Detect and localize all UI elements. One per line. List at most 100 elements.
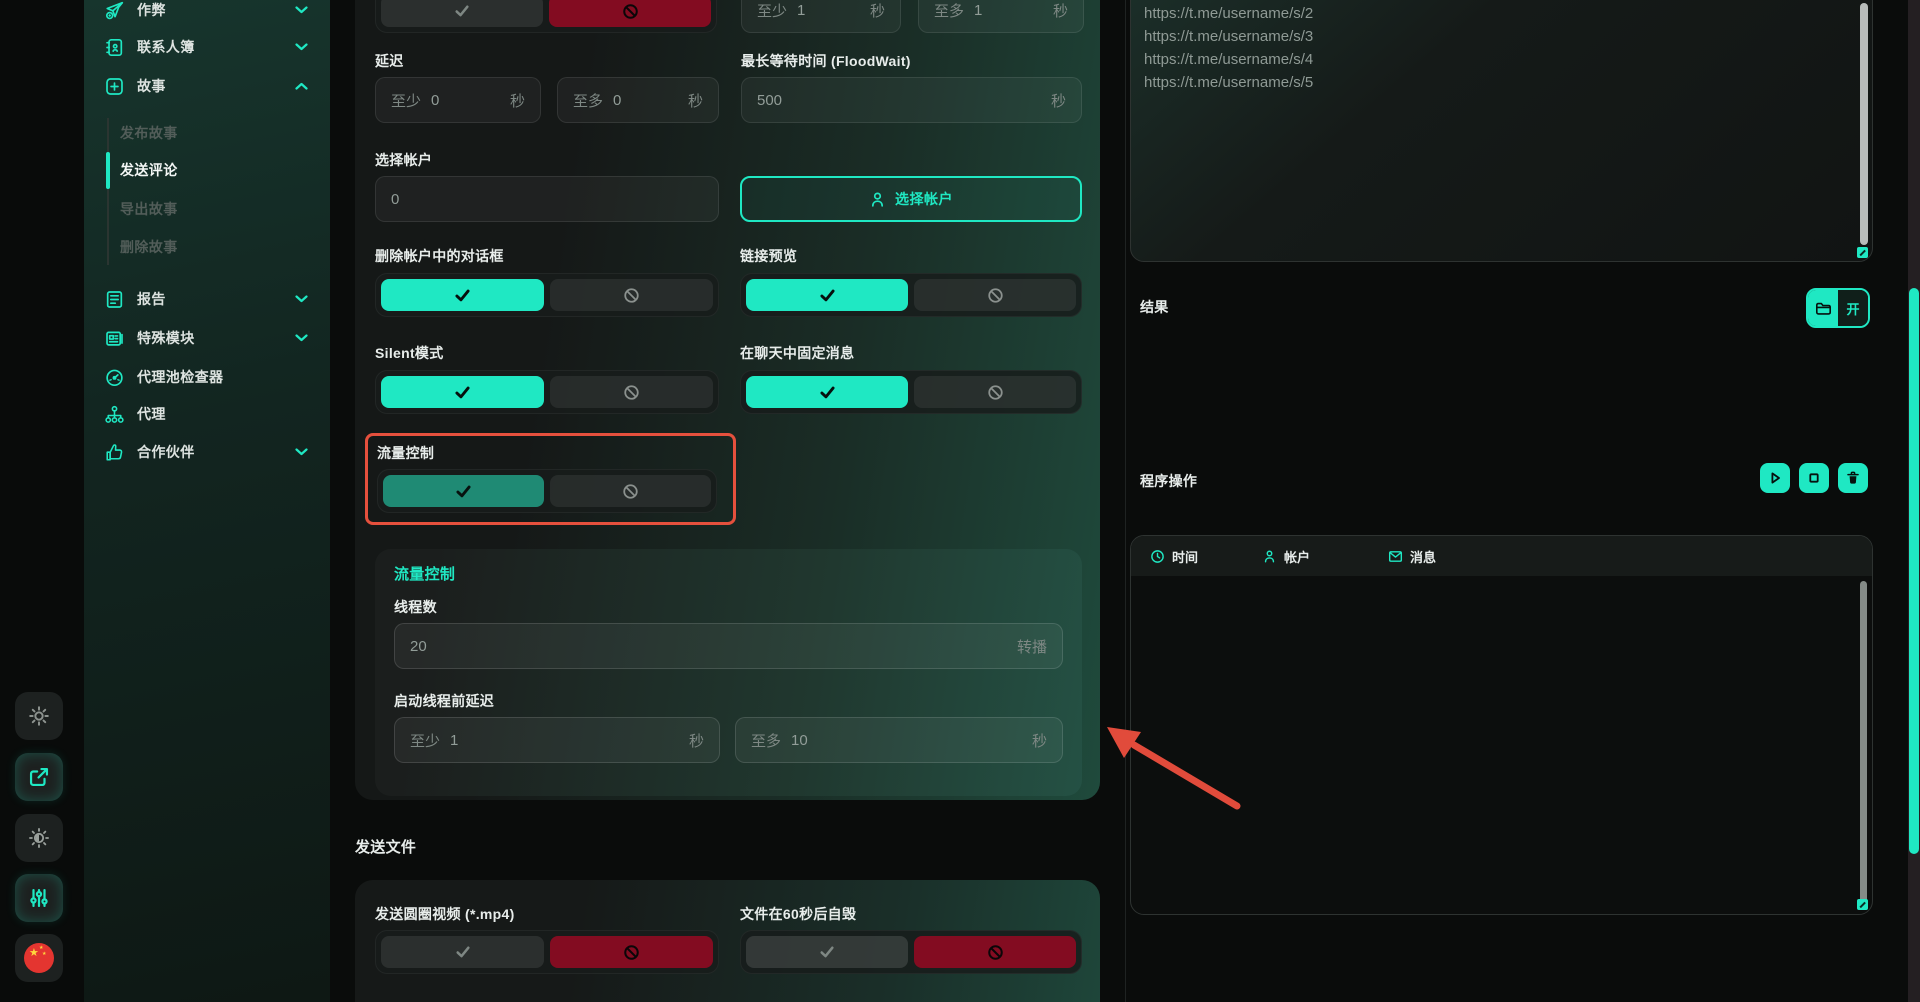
toggle-no-button[interactable] — [914, 936, 1076, 968]
select-account-button[interactable]: 选择帐户 — [740, 176, 1082, 222]
toggle-yes-button[interactable] — [383, 475, 544, 507]
account-count-input[interactable]: 0 — [375, 176, 719, 222]
chevron-down-icon — [295, 43, 308, 51]
unit: 秒 — [1032, 730, 1047, 751]
gear-icon — [28, 705, 50, 727]
app-window: ★★★ 作弊 — [0, 0, 1920, 1002]
sidebar-item-cheat[interactable]: 作弊 — [84, 0, 330, 28]
stop-icon — [1806, 470, 1822, 486]
max-prefix: 至多 — [573, 90, 603, 111]
sidebar-item-proxy-pool-checker[interactable]: 代理池检查器 — [84, 359, 330, 395]
links-resize-handle[interactable] — [1857, 247, 1868, 258]
sidebar-item-story[interactable]: 故事 — [84, 68, 330, 104]
value: 1 — [797, 2, 805, 19]
sidebar-item-label: 故事 — [137, 76, 166, 96]
pin-message-toggle — [740, 370, 1082, 414]
sidebar-subitem-send-comment[interactable]: 发送评论 — [120, 152, 178, 188]
sidebar: 作弊 联系人簿 — [84, 0, 330, 1002]
open-external-button[interactable] — [15, 753, 63, 801]
open-button[interactable]: 开 — [1838, 290, 1868, 326]
sidebar-item-contacts[interactable]: 联系人簿 — [84, 29, 330, 65]
threads-input[interactable]: 20 转播 — [394, 623, 1063, 669]
sidebar-subitem-publish-story[interactable]: 发布故事 — [120, 115, 178, 151]
link-preview-toggle — [740, 273, 1082, 317]
clear-button[interactable] — [1838, 463, 1868, 493]
toggle-yes-button[interactable] — [746, 376, 908, 408]
toggle-yes-button[interactable] — [746, 936, 908, 968]
toggle-no-button[interactable] — [549, 0, 711, 27]
icon-rail: ★★★ — [0, 0, 84, 1002]
table-scrollbar-thumb[interactable] — [1860, 581, 1867, 903]
toggle-no-button[interactable] — [914, 376, 1076, 408]
start-button[interactable] — [1760, 463, 1790, 493]
chevron-down-icon — [295, 295, 308, 303]
result-folder-open-button[interactable]: 开 — [1806, 288, 1870, 328]
column-label: 消息 — [1410, 547, 1436, 566]
table-resize-handle[interactable] — [1857, 899, 1868, 910]
contacts-book-icon — [105, 38, 124, 57]
window-scrollbar-thumb[interactable] — [1909, 288, 1919, 854]
sidebar-item-label: 特殊模块 — [137, 328, 195, 348]
toggle-yes-button[interactable] — [381, 376, 544, 408]
person-icon — [869, 191, 886, 208]
top-min-seconds-input[interactable]: 至少 1 秒 — [741, 0, 901, 33]
thread-delay-max-input[interactable]: 至多 10 秒 — [735, 717, 1063, 763]
top-max-seconds-input[interactable]: 至多 1 秒 — [918, 0, 1084, 33]
table-header-account: 帐户 — [1262, 536, 1310, 576]
column-divider — [1125, 0, 1126, 1002]
toggle-no-button[interactable] — [550, 936, 713, 968]
toggle-no-button[interactable] — [550, 475, 711, 507]
subitem-label: 发布故事 — [120, 123, 178, 143]
sidebar-item-proxy[interactable]: 代理 — [84, 396, 330, 432]
circle-video-label: 发送圆圈视频 (*.mp4) — [375, 904, 515, 924]
delay-max-input[interactable]: 至多 0 秒 — [557, 77, 719, 123]
person-icon — [1262, 549, 1277, 564]
unit: 秒 — [510, 90, 525, 111]
table-header-time: 时间 — [1150, 536, 1198, 576]
stop-button[interactable] — [1799, 463, 1829, 493]
thread-delay-min-input[interactable]: 至少 1 秒 — [394, 717, 720, 763]
self-destruct-toggle — [740, 930, 1082, 974]
sidebar-subitem-export-story[interactable]: 导出故事 — [120, 191, 178, 227]
value: 20 — [410, 638, 427, 655]
plus-square-icon — [105, 77, 124, 96]
toggle-yes-button[interactable] — [381, 0, 543, 27]
envelope-icon — [1388, 549, 1403, 564]
value: 500 — [757, 92, 782, 109]
toggle-yes-button[interactable] — [381, 936, 544, 968]
sidebar-item-label: 联系人簿 — [137, 37, 195, 57]
folder-icon — [1815, 300, 1832, 317]
folder-button[interactable] — [1808, 290, 1838, 326]
sidebar-item-label: 合作伙伴 — [137, 442, 195, 462]
sidebar-item-special-modules[interactable]: 特殊模块 — [84, 320, 330, 356]
theme-toggle-button[interactable] — [15, 814, 63, 862]
toggle-no-button[interactable] — [550, 279, 713, 311]
toggle-no-button[interactable] — [550, 376, 713, 408]
delay-min-input[interactable]: 至少 0 秒 — [375, 77, 541, 123]
settings-button[interactable] — [15, 692, 63, 740]
links-scrollbar-thumb[interactable] — [1860, 3, 1868, 245]
links-textarea[interactable]: https://t.me/username/s/2 https://t.me/u… — [1130, 0, 1873, 262]
toggle-yes-button[interactable] — [381, 279, 544, 311]
column-label: 时间 — [1172, 547, 1198, 566]
flow-control-label: 流量控制 — [377, 443, 434, 463]
filters-button[interactable] — [15, 874, 63, 922]
sliders-icon — [28, 887, 50, 909]
language-button[interactable]: ★★★ — [15, 934, 63, 982]
self-destruct-label: 文件在60秒后自毁 — [740, 904, 856, 924]
threads-label: 线程数 — [394, 597, 437, 617]
unit: 秒 — [689, 730, 704, 751]
value: 1 — [450, 732, 458, 749]
brightness-icon — [28, 827, 50, 849]
floodwait-input[interactable]: 500 秒 — [741, 77, 1082, 123]
sidebar-item-label: 作弊 — [137, 0, 166, 20]
sidebar-item-label: 代理池检查器 — [137, 367, 223, 387]
sitemap-icon — [105, 405, 124, 424]
sidebar-subitem-delete-story[interactable]: 删除故事 — [120, 229, 178, 265]
sidebar-item-partners[interactable]: 合作伙伴 — [84, 434, 330, 470]
sidebar-item-report[interactable]: 报告 — [84, 281, 330, 317]
flow-control-toggle — [377, 469, 717, 513]
toggle-no-button[interactable] — [914, 279, 1076, 311]
pin-message-label: 在聊天中固定消息 — [740, 343, 854, 363]
toggle-yes-button[interactable] — [746, 279, 908, 311]
